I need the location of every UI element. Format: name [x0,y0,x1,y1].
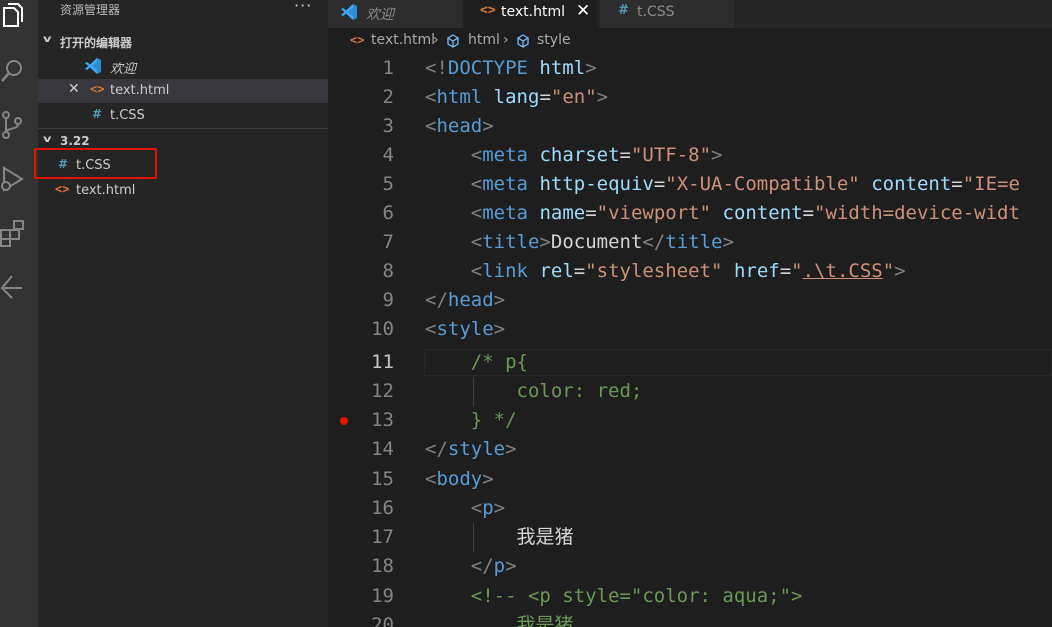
line-number: 14 [371,438,394,460]
vscode-logo-icon [340,3,358,25]
code-line-12[interactable]: color: red; [425,377,643,406]
explorer-title: 资源管理器 [60,3,121,17]
line-number: 10 [371,318,394,340]
code-line-4[interactable]: <meta charset="UTF-8"> [425,141,723,170]
tab-text-html[interactable]: <> text.html ✕ [464,0,598,28]
vscode-logo-icon [84,57,102,78]
red-highlight-annotation [34,148,157,179]
line-number: 4 [382,144,394,166]
code-line-3[interactable]: <head> [425,112,494,141]
code-line-1[interactable]: <!DOCTYPE html> [425,54,597,83]
open-editors-header[interactable]: v 打开的编辑器 [38,32,328,52]
source-control-icon[interactable] [0,110,26,140]
remote-explorer-icon[interactable] [0,272,26,302]
line-number: 8 [382,260,394,282]
css-file-icon: # [618,3,629,18]
open-editor-label: text.html [110,83,170,98]
code-line-9[interactable]: </head> [425,286,505,315]
code-line-13[interactable]: } */ [425,406,517,435]
line-number: 1 [382,57,394,79]
chevron-right-icon: › [503,32,509,48]
tab-t-css[interactable]: # t.CSS [600,0,734,28]
line-number: 6 [382,202,394,224]
code-line-6[interactable]: <meta name="viewport" content="width=dev… [425,199,1020,228]
code-line-19[interactable]: <!-- <p style="color: aqua;"> [425,582,803,611]
line-number: 15 [371,468,394,490]
explorer-icon[interactable] [0,2,26,32]
breadcrumb-item[interactable]: html [468,32,500,48]
run-debug-icon[interactable] [0,164,26,194]
file-label: text.html [76,183,136,198]
chevron-right-icon: › [433,32,439,48]
html-file-icon: <> [480,3,496,18]
more-actions-icon[interactable]: ··· [294,0,312,15]
code-line-2[interactable]: <html lang="en"> [425,83,608,112]
code-line-16[interactable]: <p> [425,494,505,523]
code-line-10[interactable]: <style> [425,315,505,344]
symbol-icon [516,32,530,52]
breadcrumb: <> text.html › html › style [328,30,1052,52]
folder-label: 3.22 [60,134,90,148]
css-file-icon: # [92,107,103,121]
line-number: 2 [382,86,394,108]
html-file-icon: <> [55,182,70,196]
line-number: 18 [371,555,394,577]
chevron-down-icon: v [43,134,52,145]
open-editors-label: 打开的编辑器 [60,36,133,50]
line-number: 20 [371,614,394,627]
tab-label: t.CSS [637,4,675,20]
code-editor[interactable]: 1 <!DOCTYPE html> 2 <html lang="en"> 3 <… [328,54,1052,627]
code-line-5[interactable]: <meta http-equiv="X-UA-Compatible" conte… [425,170,1020,199]
line-number: 5 [382,173,394,195]
line-number: 9 [382,289,394,311]
close-icon[interactable]: ✕ [68,81,80,97]
line-number: 7 [382,231,394,253]
code-line-20[interactable]: 我是猪 [425,611,574,627]
extensions-icon[interactable] [0,218,26,248]
activity-bar [0,0,38,627]
breadcrumb-item[interactable]: style [537,32,571,48]
section-divider [38,128,328,129]
code-line-8[interactable]: <link rel="stylesheet" href=".\t.CSS"> [425,257,906,286]
code-line-7[interactable]: <title>Document</title> [425,228,734,257]
line-number: 13 [371,409,394,431]
code-line-17[interactable]: 我是猪 [425,523,574,552]
open-editor-item-text-html[interactable]: ✕ <> text.html [38,79,328,103]
line-number: 19 [371,585,394,607]
breadcrumb-item[interactable]: text.html [371,32,435,48]
code-line-14[interactable]: </style> [425,435,517,464]
explorer-sidebar: 资源管理器 ··· v 打开的编辑器 欢迎 ✕ <> text.html # t… [38,0,328,627]
open-editor-label: 欢迎 [110,62,137,77]
close-icon[interactable]: ✕ [576,1,590,21]
tab-label: text.html [501,4,565,20]
open-editor-item-t-css[interactable]: # t.CSS [38,104,328,128]
search-icon[interactable] [0,56,26,86]
code-line-15[interactable]: <body> [425,465,494,494]
line-number: 12 [371,380,394,402]
code-line-18[interactable]: </p> [425,552,517,581]
chevron-down-icon: v [43,34,52,45]
editor-tab-bar: 欢迎 <> text.html ✕ # t.CSS [328,0,1052,28]
line-number: 3 [382,115,394,137]
tab-welcome[interactable]: 欢迎 [328,0,462,28]
line-number: 16 [371,497,394,519]
folder-item-text-html[interactable]: <> text.html [38,179,328,203]
html-file-icon: <> [350,33,365,47]
open-editor-item-welcome[interactable]: 欢迎 [38,54,328,78]
symbol-icon [446,32,460,52]
tab-label: 欢迎 [366,7,394,23]
line-number: 17 [371,526,394,548]
open-editor-label: t.CSS [110,108,145,123]
line-number: 11 [371,351,394,373]
code-line-11[interactable]: /* p{ [425,348,528,377]
html-file-icon: <> [90,82,105,96]
